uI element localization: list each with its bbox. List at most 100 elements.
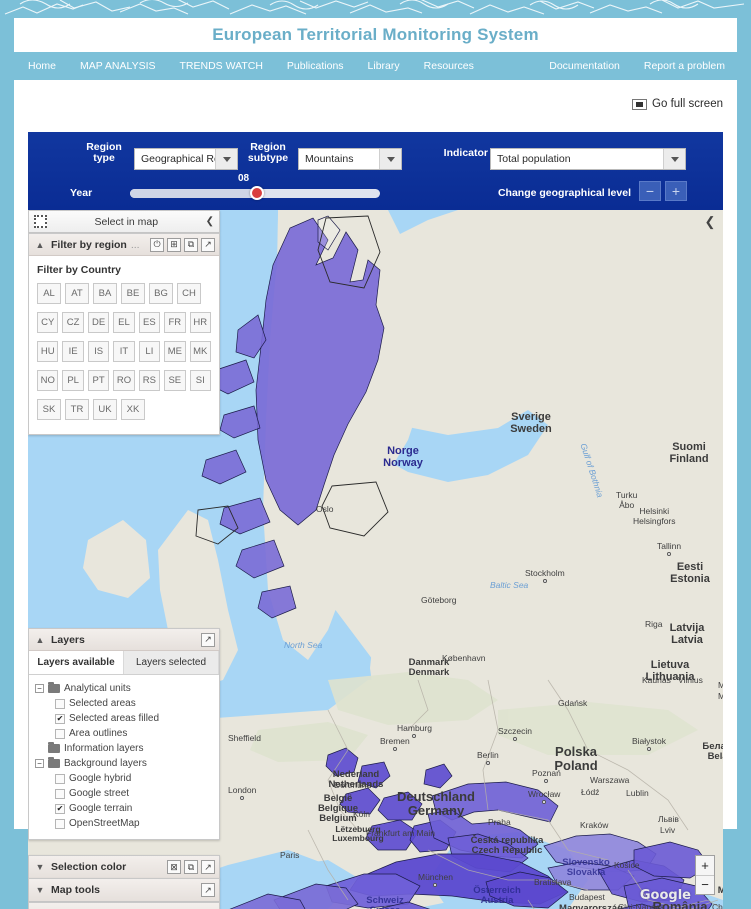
layer-checkbox[interactable]: ✔ (55, 714, 65, 724)
layer-tree-item[interactable]: ✔Selected areas filled (33, 711, 215, 726)
select-in-map-label: Select in map (47, 216, 206, 228)
nav-item-publications[interactable]: Publications (275, 60, 356, 72)
country-filter-al[interactable]: AL (37, 283, 61, 304)
select-in-map-panel[interactable]: Select in map ❮ (28, 210, 220, 233)
country-filter-tr[interactable]: TR (65, 399, 89, 420)
country-filter-de[interactable]: DE (88, 312, 109, 333)
country-filter-cz[interactable]: CZ (62, 312, 83, 333)
layers-tabs: Layers available Layers selected (29, 651, 219, 675)
power-icon[interactable]: ⏻ (150, 238, 164, 252)
country-filter-fr[interactable]: FR (164, 312, 185, 333)
country-filter-at[interactable]: AT (65, 283, 89, 304)
country-filter-mk[interactable]: MK (190, 341, 211, 362)
nav-item-library[interactable]: Library (356, 60, 412, 72)
tab-layers-available[interactable]: Layers available (29, 651, 124, 674)
country-filter-es[interactable]: ES (139, 312, 160, 333)
country-filter-pt[interactable]: PT (88, 370, 109, 391)
copy-icon[interactable]: ⧉ (184, 860, 198, 874)
country-filter-it[interactable]: IT (113, 341, 134, 362)
layer-checkbox[interactable] (55, 789, 65, 799)
country-filter-rs[interactable]: RS (139, 370, 160, 391)
layer-checkbox[interactable] (55, 774, 65, 784)
layer-tree-item[interactable]: Information layers (33, 741, 215, 756)
year-slider[interactable] (130, 189, 380, 198)
country-filter-ba[interactable]: BA (93, 283, 117, 304)
layer-tree-item[interactable]: −Analytical units (33, 681, 215, 696)
country-filter-ro[interactable]: RO (113, 370, 134, 391)
nav-item-report-a-problem[interactable]: Report a problem (632, 60, 737, 72)
zoom-out-button[interactable]: − (696, 876, 714, 895)
layer-checkbox[interactable] (55, 729, 65, 739)
tree-collapse-icon[interactable]: − (35, 684, 44, 693)
layer-tree-item[interactable]: Google street (33, 786, 215, 801)
country-filter-se[interactable]: SE (164, 370, 185, 391)
layer-tree-item[interactable]: Selected areas (33, 696, 215, 711)
app-title-bar: European Territorial Monitoring System (14, 18, 737, 52)
country-filter-si[interactable]: SI (190, 370, 211, 391)
geo-level-decrease-button[interactable]: − (639, 181, 661, 201)
layer-tree-item[interactable]: −Background layers (33, 756, 215, 771)
chevron-down-icon[interactable]: ▼ (33, 885, 47, 895)
tree-collapse-icon[interactable]: − (35, 759, 44, 768)
country-filter-be[interactable]: BE (121, 283, 145, 304)
add-icon[interactable]: ⊞ (167, 238, 181, 252)
layers-panel-tools: ↗ (201, 633, 215, 647)
expand-icon[interactable]: ↗ (201, 883, 215, 897)
country-filter-uk[interactable]: UK (93, 399, 117, 420)
country-filter-is[interactable]: IS (88, 341, 109, 362)
layer-checkbox[interactable]: ✔ (55, 804, 65, 814)
filter-panel-tools: ⏻ ⊞ ⧉ ↗ (150, 238, 215, 252)
layer-tree-item[interactable]: Area outlines (33, 726, 215, 741)
expand-icon[interactable]: ↗ (201, 238, 215, 252)
layer-tree-item[interactable]: ✔Google terrain (33, 801, 215, 816)
expand-icon[interactable]: ↗ (201, 860, 215, 874)
copy-icon[interactable]: ⧉ (184, 238, 198, 252)
indicator-label: Indicator (428, 148, 488, 159)
country-filter-bg[interactable]: BG (149, 283, 173, 304)
chevron-up-icon[interactable]: ▲ (33, 635, 47, 645)
expand-icon[interactable]: ↗ (201, 633, 215, 647)
layer-tree-item[interactable]: Google hybrid (33, 771, 215, 786)
map-tools-header[interactable]: ▼ Map tools ↗ (29, 879, 219, 901)
layers-panel-title: Layers (51, 634, 197, 646)
chevron-down-icon[interactable]: ▼ (33, 862, 47, 872)
close-box-icon[interactable]: ⊠ (167, 860, 181, 874)
chevron-left-icon[interactable]: ❮ (206, 216, 214, 227)
selection-color-header[interactable]: ▼ Selection color ⊠ ⧉ ↗ (29, 856, 219, 878)
go-full-screen-button[interactable]: Go full screen (632, 98, 723, 110)
region-subtype-select[interactable]: Mountains (298, 148, 402, 170)
country-filter-pl[interactable]: PL (62, 370, 83, 391)
map-panel-collapse-button[interactable]: ❮ (703, 214, 717, 230)
nav-item-resources[interactable]: Resources (412, 60, 486, 72)
nav-item-documentation[interactable]: Documentation (537, 60, 632, 72)
country-filter-sk[interactable]: SK (37, 399, 61, 420)
year-slider-handle[interactable] (250, 186, 264, 200)
country-filter-me[interactable]: ME (164, 341, 185, 362)
layer-checkbox[interactable] (55, 819, 65, 829)
chevron-up-icon[interactable]: ▲ (33, 240, 47, 250)
country-filter-hu[interactable]: HU (37, 341, 58, 362)
chevron-down-icon (379, 149, 401, 169)
country-filter-cy[interactable]: CY (37, 312, 58, 333)
selection-color-panel: ▼ Selection color ⊠ ⧉ ↗ (28, 855, 220, 879)
legend-panel: ▲ Total population ✕ persons < 180598180… (28, 902, 220, 909)
layer-checkbox[interactable] (55, 699, 65, 709)
country-filter-li[interactable]: LI (139, 341, 160, 362)
country-filter-el[interactable]: EL (113, 312, 134, 333)
map-zoom-control[interactable]: + − (695, 855, 715, 895)
nav-item-home[interactable]: Home (14, 60, 68, 72)
tab-layers-selected[interactable]: Layers selected (124, 651, 219, 674)
country-filter-xk[interactable]: XK (121, 399, 145, 420)
country-filter-ie[interactable]: IE (62, 341, 83, 362)
country-filter-hr[interactable]: HR (190, 312, 211, 333)
region-type-select[interactable]: Geographical Regi (134, 148, 238, 170)
country-filter-ch[interactable]: CH (177, 283, 201, 304)
geo-level-increase-button[interactable]: + (665, 181, 687, 201)
nav-item-map-analysis[interactable]: MAP ANALYSIS (68, 60, 167, 72)
indicator-select[interactable]: Total population (490, 148, 686, 170)
layer-tree-item[interactable]: OpenStreetMap (33, 816, 215, 831)
map-canvas[interactable]: North Sea Baltic Sea Gulf of Bothnia Nor… (28, 210, 723, 909)
zoom-in-button[interactable]: + (696, 856, 714, 876)
country-filter-no[interactable]: NO (37, 370, 58, 391)
nav-item-trends-watch[interactable]: TRENDS WATCH (168, 60, 275, 72)
